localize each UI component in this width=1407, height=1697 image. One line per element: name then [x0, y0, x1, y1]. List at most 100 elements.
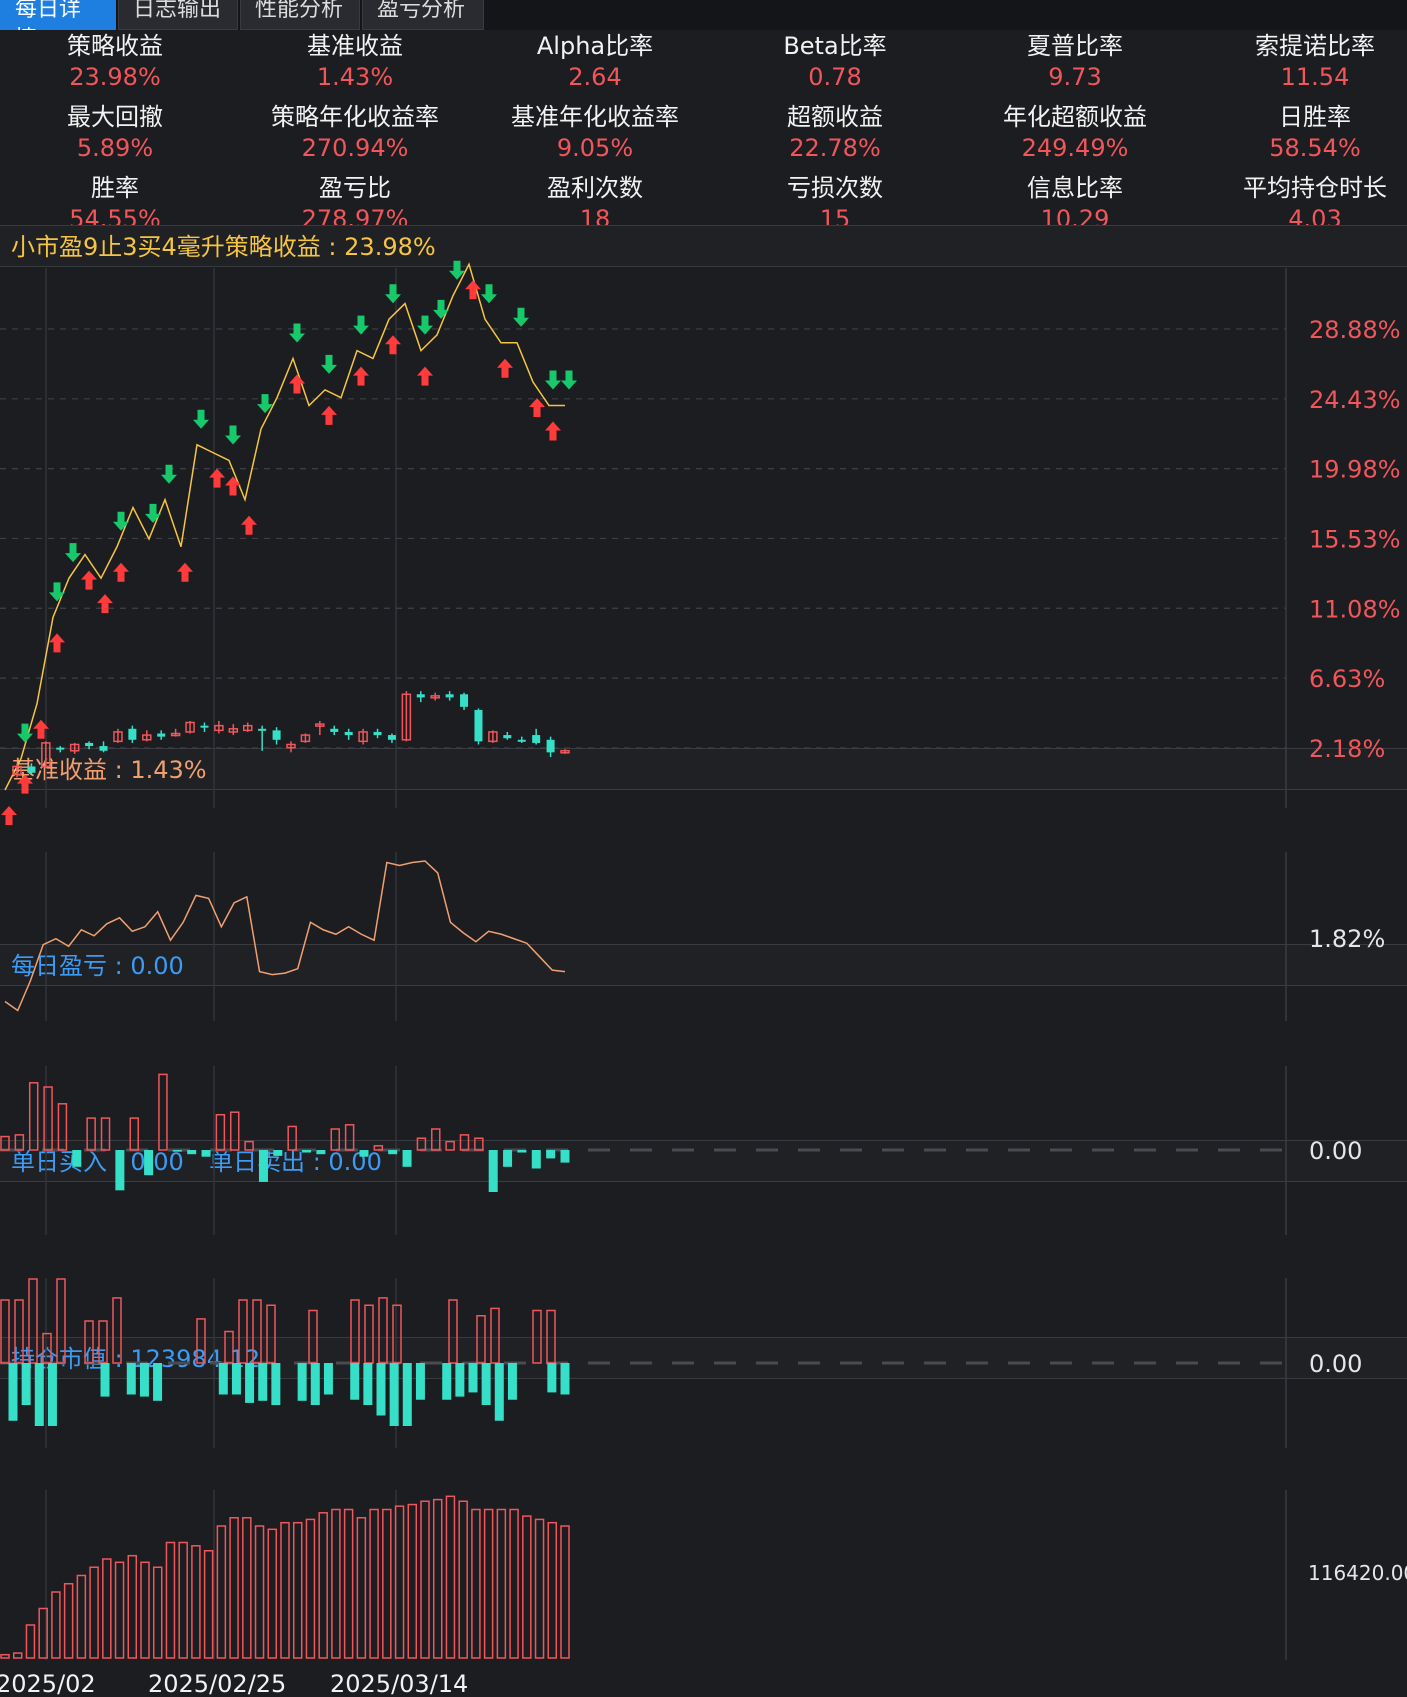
position-bar: [318, 1512, 328, 1659]
candle-body: [142, 734, 152, 741]
strategy-title-text: 小市盈9止3买4毫升策略收益 : 23.98%: [11, 233, 436, 261]
position-bar: [534, 1518, 545, 1659]
buy-arrow-icon: [465, 280, 481, 300]
position-bar: [394, 1505, 405, 1659]
stat-value: 22.78%: [789, 134, 881, 162]
stat-label: 最大回撤: [67, 103, 163, 131]
position-bar: [471, 1508, 481, 1659]
candle-body: [300, 734, 311, 743]
buy-arrow-icon: [545, 421, 561, 441]
stat-value: 23.98%: [69, 63, 161, 91]
x-tick-label: 2025/02: [0, 1670, 96, 1697]
position-bar: [114, 1561, 125, 1659]
tab-1[interactable]: 日志输出: [118, 0, 238, 30]
position-bar: [140, 1561, 150, 1659]
buy-arrow-icon: [353, 366, 369, 386]
stat-label: 亏损次数: [787, 174, 883, 202]
position-bar: [432, 1498, 443, 1659]
position-bar: [407, 1503, 418, 1659]
stat-value: 0.78: [808, 63, 862, 91]
tab-0[interactable]: 每日详情: [0, 0, 116, 52]
position-bar: [38, 1607, 48, 1659]
stat-cell: 基准收益 1.43%: [235, 30, 475, 92]
sell-arrow-icon: [289, 323, 305, 343]
sell-arrow-icon: [481, 284, 497, 304]
position-bar: [165, 1541, 176, 1659]
candle-body: [157, 733, 166, 737]
stat-cell: 基准年化收益率 9.05%: [475, 101, 715, 163]
position-bar: [63, 1583, 74, 1659]
candle-body: [517, 739, 526, 742]
y-tick-label: 11.08%: [1309, 595, 1401, 623]
candle-body: [272, 730, 281, 740]
candle-body: [315, 723, 325, 727]
position-bar: [76, 1574, 87, 1659]
sell-arrow-icon: [257, 394, 273, 414]
position-bar: [369, 1508, 379, 1659]
candle-body: [200, 725, 209, 728]
stat-label: 平均持仓时长: [1243, 174, 1387, 202]
tab-3[interactable]: 盈亏分析: [362, 0, 484, 30]
stat-cell: 索提诺比率 11.54: [1195, 30, 1407, 92]
stat-value: 1.43%: [316, 63, 394, 91]
position-bar: [331, 1508, 341, 1659]
buy-arrow-icon: [385, 335, 401, 355]
candle-body: [214, 724, 224, 732]
candle-body: [258, 728, 267, 731]
stat-label: Alpha比率: [536, 32, 654, 60]
position-bar: [102, 1558, 112, 1659]
y-tick-label: 6.63%: [1309, 665, 1385, 693]
position-bar: [191, 1545, 201, 1659]
sell-arrow-icon: [433, 299, 449, 319]
stat-label: 基准收益: [307, 32, 403, 60]
sell-title-text: 单日卖出 : 0.00: [209, 1148, 382, 1176]
position-bar: [178, 1541, 188, 1659]
candle-body: [128, 728, 137, 740]
candle-body: [474, 709, 483, 742]
buy-arrow-icon: [177, 562, 193, 582]
stat-label: 策略年化收益率: [271, 103, 439, 131]
buy-arrow-icon: [241, 515, 257, 535]
buy-arrow-icon: [321, 405, 337, 425]
position-bar: [12, 1652, 23, 1659]
position-bar: [0, 1653, 10, 1659]
y-tick-label: 28.88%: [1309, 316, 1401, 344]
stat-value: 11.54: [1280, 63, 1350, 91]
buy-arrow-icon: [289, 374, 305, 394]
stat-label: 信息比率: [1027, 174, 1123, 202]
buy-arrow-icon: [49, 633, 65, 653]
stat-label: 索提诺比率: [1255, 32, 1375, 60]
stat-label: 年化超额收益: [1003, 103, 1147, 131]
candle-body: [460, 694, 469, 707]
stat-cell: 年化超额收益 249.49%: [955, 101, 1195, 163]
candle-body: [330, 728, 339, 732]
buy-sell-panel-title: 单日买入 : 0.00 单日卖出 : 0.00: [0, 1140, 1407, 1182]
stat-value: 58.54%: [1269, 134, 1361, 162]
tab-bar: 每日详情日志输出性能分析盈亏分析: [0, 0, 1407, 52]
y-tick-label: 24.43%: [1309, 386, 1401, 414]
stat-value: 9.73: [1048, 63, 1102, 91]
position-bar: [420, 1500, 430, 1659]
stat-cell: 策略年化收益率 270.94%: [235, 101, 475, 163]
stat-cell: 策略收益 23.98%: [0, 30, 235, 92]
y-tick-label: 15.53%: [1309, 525, 1401, 553]
candle-body: [228, 728, 239, 733]
stat-label: 盈利次数: [547, 174, 643, 202]
position-bar: [522, 1515, 532, 1659]
position-bar: [51, 1591, 61, 1659]
candle-body: [344, 731, 353, 736]
buy-arrow-icon: [81, 570, 97, 590]
candle-body: [416, 694, 425, 698]
position-bar: [509, 1508, 519, 1659]
y-tick-label: 19.98%: [1309, 456, 1401, 484]
position-bar: [496, 1508, 507, 1659]
sell-arrow-icon: [513, 307, 529, 327]
position-bar: [560, 1525, 570, 1659]
candle-body: [373, 731, 382, 736]
daily-pnl-panel-title: 每日盈亏 : 0.00: [0, 944, 1407, 986]
stat-value: 2.64: [568, 63, 622, 91]
position-bar: [89, 1566, 99, 1659]
tab-2[interactable]: 性能分析: [240, 0, 360, 30]
stat-cell: 最大回撤 5.89%: [0, 101, 235, 163]
buy-arrow-icon: [529, 398, 545, 417]
